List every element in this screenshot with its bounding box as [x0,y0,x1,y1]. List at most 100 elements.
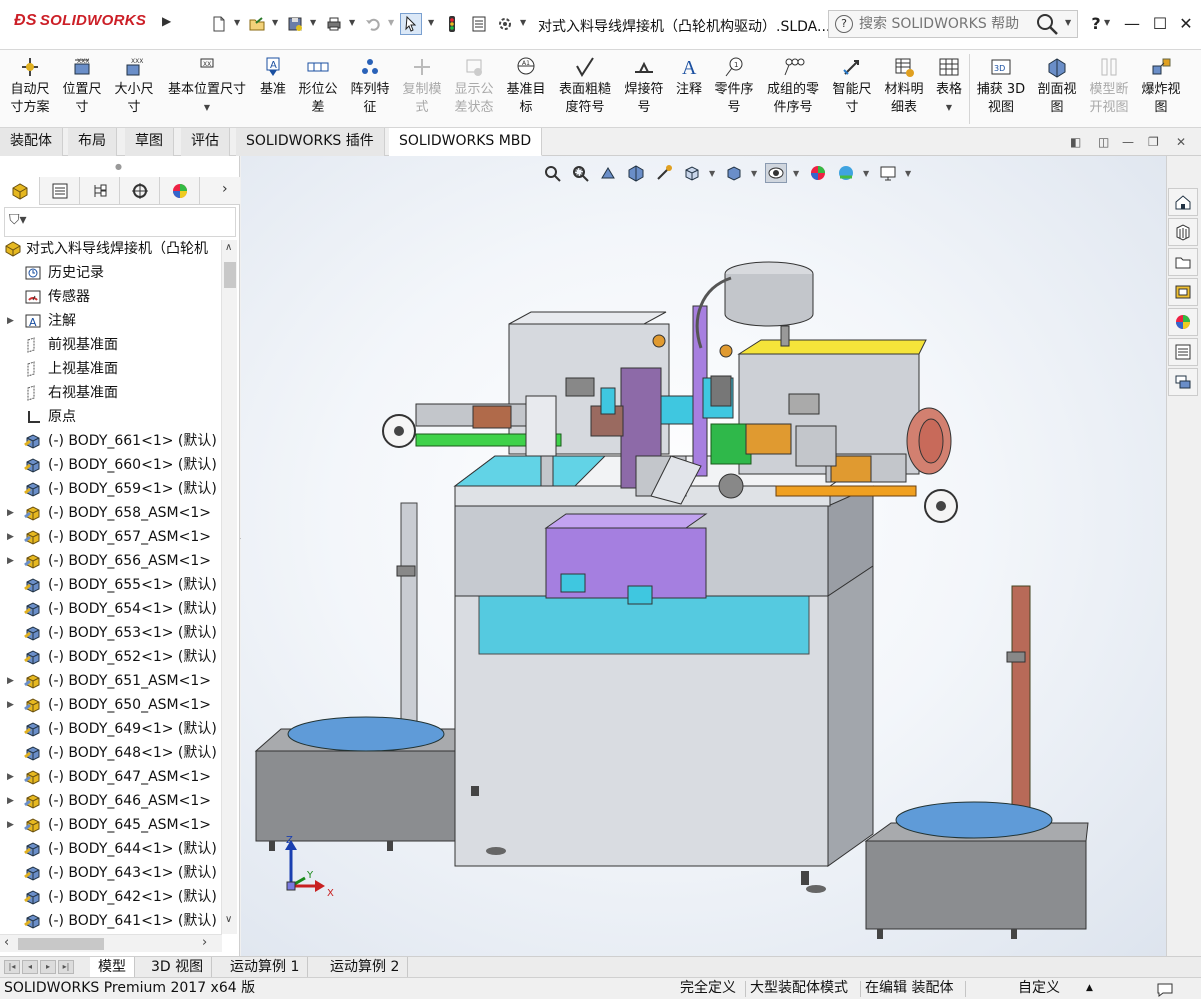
datum-target-button[interactable]: A1 基准目 标 [502,56,550,117]
scroll-up-arrow-icon[interactable]: ∧ [225,242,232,253]
expand-arrow-icon[interactable]: ▶ [7,693,14,717]
tree-item[interactable]: (-) BODY_648<1> (默认) [0,741,222,765]
graphics-area[interactable]: Z X Y [241,156,1166,956]
file-properties-icon[interactable] [468,13,490,35]
tree-item[interactable]: ▶ (-) BODY_646_ASM<1> [0,789,222,813]
tree-item[interactable]: (-) BODY_642<1> (默认) [0,885,222,909]
tree-filter-box[interactable]: ⛉▾ [4,207,236,237]
smart-dimension-button[interactable]: 智能尺 寸 [828,56,876,117]
tree-item[interactable]: (-) BODY_649<1> (默认) [0,717,222,741]
model-break-view-button[interactable]: 模型断 开视图 [1086,56,1132,117]
previous-view-icon[interactable] [597,163,619,183]
tree-root[interactable]: 对式入料导线焊接机（凸轮机 [0,237,222,261]
configuration-manager-tab[interactable] [80,177,120,205]
search-dropdown-caret[interactable]: ▼ [1065,18,1071,27]
first-tab-arrow-icon[interactable]: |◂ [4,960,20,974]
select-dropdown-caret[interactable]: ▼ [428,18,434,27]
select-pointer-icon[interactable] [400,13,422,35]
hide-show-caret[interactable]: ▼ [793,169,801,178]
filter-icon[interactable]: ⛉▾ [9,212,27,228]
section-view-toggle-icon[interactable] [625,163,647,183]
view-settings-caret[interactable]: ▼ [905,169,913,178]
help-search-input[interactable] [859,14,1029,34]
weld-symbol-button[interactable]: 焊接符 号 [620,56,668,117]
tab-assembly[interactable]: 装配体 [0,128,63,156]
exploded-view-button[interactable]: 爆炸视 图 [1136,56,1186,117]
tree-item[interactable]: 前视基准面 [0,333,222,357]
expand-arrow-icon[interactable]: ▶ [7,309,14,333]
tab-solidworks-addins[interactable]: SOLIDWORKS 插件 [236,128,385,156]
location-dim-button[interactable]: XXX 位置尺 寸 [58,56,106,117]
display-style-caret[interactable]: ▼ [751,169,759,178]
new-document-icon[interactable] [208,13,230,35]
copy-scheme-button[interactable]: 复制模 式 [398,56,446,117]
undo-dropdown-caret[interactable]: ▼ [388,18,394,27]
pattern-feature-button[interactable]: 阵列特 征 [346,56,394,117]
doc-close-icon[interactable]: ✕ [1176,135,1186,149]
doc-restore-icon[interactable]: ◫ [1098,135,1109,149]
tree-item[interactable]: 上视基准面 [0,357,222,381]
forum-chat-icon[interactable] [1168,368,1198,396]
tree-vertical-scrollbar[interactable]: ∧ ∨ [221,240,237,934]
tree-item[interactable]: ▶ (-) BODY_645_ASM<1> [0,813,222,837]
appearances-scenes-icon[interactable] [1168,308,1198,336]
save-dropdown-caret[interactable]: ▼ [310,18,316,27]
tree-item[interactable]: ▶ (-) BODY_651_ASM<1> [0,669,222,693]
prev-tab-arrow-icon[interactable]: ◂ [22,960,38,974]
scroll-left-arrow-icon[interactable]: ‹ [4,935,9,950]
open-document-icon[interactable] [246,13,268,35]
tab-evaluate[interactable]: 评估 [181,128,230,156]
tree-item[interactable]: (-) BODY_659<1> (默认) [0,477,222,501]
tree-item[interactable]: (-) BODY_641<1> (默认) [0,909,222,933]
open-dropdown-caret[interactable]: ▼ [272,18,278,27]
view-palette-icon[interactable] [1168,278,1198,306]
tree-item[interactable]: (-) BODY_655<1> (默认) [0,573,222,597]
surface-finish-button[interactable]: 表面粗糙 度符号 [554,56,616,117]
undo-icon[interactable] [362,13,384,35]
help-search-box[interactable]: ? ▼ [828,10,1078,38]
tree-item[interactable]: (-) BODY_652<1> (默认) [0,645,222,669]
basic-location-dim-button[interactable]: XX 基本位置尺寸 ▼ [162,56,252,117]
display-style-icon[interactable] [723,163,745,183]
expand-arrow-icon[interactable]: ▶ [7,813,14,837]
design-library-icon[interactable] [1168,218,1198,246]
tree-horizontal-scrollbar[interactable]: ‹ › [0,934,222,952]
quick-tips-icon[interactable] [1156,978,1174,999]
solidworks-resources-home-icon[interactable] [1168,188,1198,216]
tree-item[interactable]: ▶ (-) BODY_658_ASM<1> [0,501,222,525]
note-button[interactable]: A 注释 [672,56,706,99]
tab-motion-study-2[interactable]: 运动算例 2 [322,957,409,978]
tree-item[interactable]: (-) BODY_643<1> (默认) [0,861,222,885]
property-manager-tab[interactable] [40,177,80,205]
new-dropdown-caret[interactable]: ▼ [234,18,240,27]
expand-arrow-icon[interactable]: ▶ [7,501,14,525]
scroll-thumb[interactable] [224,262,236,288]
maximize-button[interactable]: ☐ [1148,14,1172,33]
doc-tile-icon[interactable]: ◧ [1070,135,1081,149]
options-gear-icon[interactable] [494,13,516,35]
tab-motion-study-1[interactable]: 运动算例 1 [222,957,309,978]
hscroll-thumb[interactable] [18,938,104,950]
menu-expand-arrow[interactable]: ▶ [162,14,171,28]
next-tab-arrow-icon[interactable]: ▸ [40,960,56,974]
tab-solidworks-mbd[interactable]: SOLIDWORKS MBD [389,128,543,156]
view-orientation-icon[interactable] [681,163,703,183]
tree-item[interactable]: (-) BODY_644<1> (默认) [0,837,222,861]
tree-item[interactable]: 原点 [0,405,222,429]
bom-button[interactable]: 材料明 细表 [880,56,928,117]
tree-item[interactable]: ▶ A 注解 [0,309,222,333]
tree-item[interactable]: 右视基准面 [0,381,222,405]
tab-sketch[interactable]: 草图 [125,128,174,156]
section-view-button[interactable]: 剖面视 图 [1032,56,1082,117]
auto-dim-scheme-button[interactable]: 自动尺 寸方案 [6,56,54,117]
tab-3d-views[interactable]: 3D 视图 [143,957,213,978]
show-tolerance-status-button[interactable]: 显示公 差状态 [450,56,498,117]
table-dropdown-caret[interactable]: ▼ [932,99,966,117]
tab-layout[interactable]: 布局 [68,128,117,156]
expand-arrow-icon[interactable]: ▶ [7,789,14,813]
doc-maximize-icon[interactable]: ❐ [1148,135,1159,149]
capture-3d-view-button[interactable]: 3D 捕获 3D 视图 [974,56,1028,117]
scroll-down-arrow-icon[interactable]: ∨ [225,914,232,925]
datum-button[interactable]: A 基准 [256,56,290,99]
file-explorer-icon[interactable] [1168,248,1198,276]
